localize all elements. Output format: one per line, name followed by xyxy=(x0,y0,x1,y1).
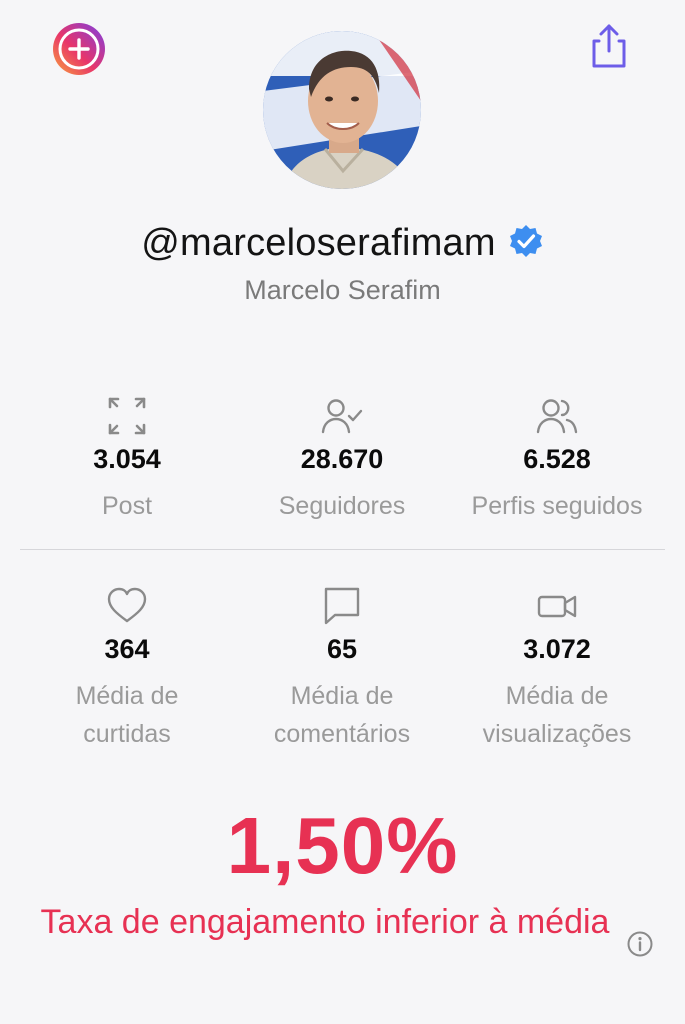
stat-avg-comments: 65 Média de comentários xyxy=(228,582,456,753)
stat-label: Média de comentários xyxy=(273,682,411,748)
heart-icon xyxy=(13,582,241,630)
stat-label: Seguidores xyxy=(278,492,406,520)
engagement-rate: 1,50% xyxy=(226,801,459,890)
handle-row: @marceloserafimam xyxy=(0,218,685,268)
stat-label: Perfis seguidos xyxy=(471,492,643,520)
stat-followers: 28.670 Seguidores xyxy=(228,392,456,525)
stat-following: 6.528 Perfis seguidos xyxy=(443,392,671,525)
user-check-icon xyxy=(228,392,456,440)
stat-value: 3.054 xyxy=(93,444,161,474)
users-icon xyxy=(443,392,671,440)
info-icon xyxy=(627,931,653,957)
info-button[interactable] xyxy=(626,930,654,958)
stat-value: 65 xyxy=(326,634,358,664)
profile-handle: @marceloserafimam xyxy=(141,221,496,264)
stat-value: 3.072 xyxy=(523,634,591,664)
share-icon xyxy=(592,24,626,68)
profile-full-name: Marcelo Serafim xyxy=(244,275,441,305)
stat-value: 28.670 xyxy=(300,444,384,474)
frame-corners-icon xyxy=(13,392,241,440)
stat-label: Média de curtidas xyxy=(75,682,179,748)
stat-avg-likes: 364 Média de curtidas xyxy=(13,582,241,753)
video-icon xyxy=(443,582,671,630)
divider xyxy=(20,549,665,550)
stat-posts: 3.054 Post xyxy=(13,392,241,525)
avatar xyxy=(263,31,421,189)
verified-badge-icon xyxy=(508,223,544,264)
add-circle-icon xyxy=(53,23,105,75)
stat-label: Média de visualizações xyxy=(482,682,632,748)
comment-icon xyxy=(228,582,456,630)
engagement-caption: Taxa de engajamento inferior à média xyxy=(40,903,610,941)
add-story-button[interactable] xyxy=(52,22,106,76)
share-button[interactable] xyxy=(588,22,630,70)
stat-value: 364 xyxy=(104,634,150,664)
stat-label: Post xyxy=(101,492,153,520)
stat-value: 6.528 xyxy=(523,444,591,474)
stat-avg-views: 3.072 Média de visualizações xyxy=(443,582,671,753)
